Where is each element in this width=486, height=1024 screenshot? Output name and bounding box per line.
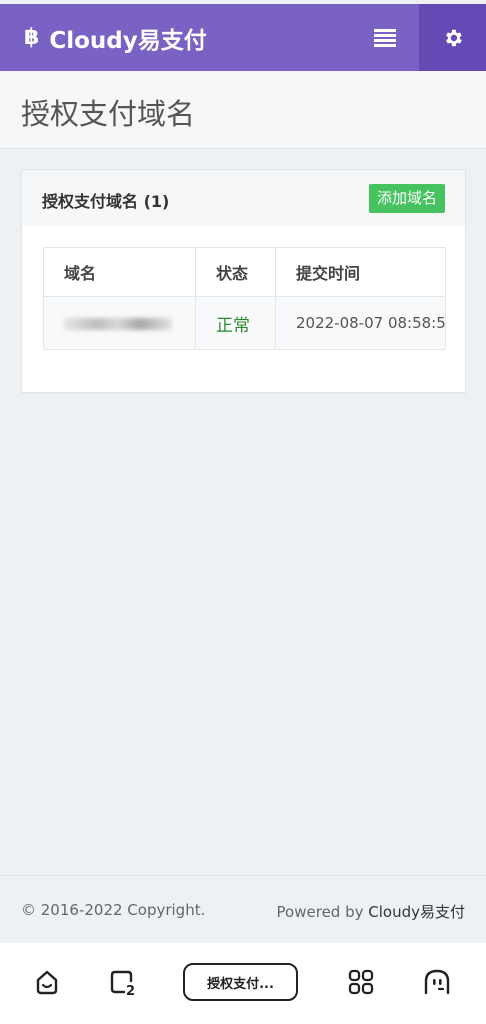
profile-button[interactable]	[422, 965, 452, 999]
tabs-button[interactable]: 2	[108, 965, 138, 999]
powered-by: Powered by Cloudy易支付	[277, 901, 465, 922]
column-header-status: 状态	[195, 247, 276, 297]
powered-brand-link[interactable]: Cloudy易支付	[368, 903, 465, 921]
column-header-domain: 域名	[43, 247, 196, 297]
current-tab-button[interactable]: 授权支付...	[183, 963, 298, 1001]
table-header-row: 域名 状态 提交时间	[43, 247, 446, 297]
home-button[interactable]	[32, 965, 62, 999]
apps-grid-icon	[348, 969, 374, 995]
browser-bottom-bar: 2 授权支付...	[0, 943, 486, 1024]
apps-button[interactable]	[346, 965, 376, 999]
top-navbar: ฿ Cloudy易支付	[0, 4, 486, 71]
gear-icon	[445, 29, 462, 46]
status-cell: 正常	[195, 296, 276, 350]
menu-toggle-button[interactable]	[366, 4, 404, 71]
page-footer: © 2016-2022 Copyright. Powered by Cloudy…	[0, 875, 486, 944]
list-icon	[374, 28, 396, 47]
time-cell: 2022-08-07 08:58:5	[275, 296, 446, 350]
brand-name: Cloudy易支付	[49, 27, 207, 54]
domain-table: 域名 状态 提交时间 正常 2022-08-07 08:58:5	[43, 247, 446, 350]
home-icon	[36, 970, 58, 995]
powered-prefix: Powered by	[276, 903, 369, 921]
blurred-domain	[64, 317, 172, 330]
domain-cell	[43, 296, 196, 350]
brand-link[interactable]: ฿ Cloudy易支付	[24, 4, 207, 71]
bitcoin-icon: ฿	[24, 25, 40, 50]
panel-header: 授权支付域名 (1) 添加域名	[22, 170, 465, 226]
add-domain-button[interactable]: 添加域名	[368, 184, 445, 213]
settings-button[interactable]	[419, 4, 486, 71]
page-heading-bar: 授权支付域名	[0, 71, 486, 149]
ghost-face-icon	[424, 969, 450, 995]
tabs-count-icon: 2	[110, 970, 135, 997]
column-header-time: 提交时间	[275, 247, 446, 297]
page-title: 授权支付域名	[21, 97, 196, 131]
copyright-text: © 2016-2022 Copyright.	[21, 901, 206, 919]
table-row: 正常 2022-08-07 08:58:5	[43, 296, 446, 350]
panel-title: 授权支付域名 (1)	[42, 192, 170, 211]
tabs-count: 2	[126, 984, 135, 997]
domain-panel: 授权支付域名 (1) 添加域名 域名 状态 提交时间 正常 2022-08-07…	[21, 169, 466, 393]
